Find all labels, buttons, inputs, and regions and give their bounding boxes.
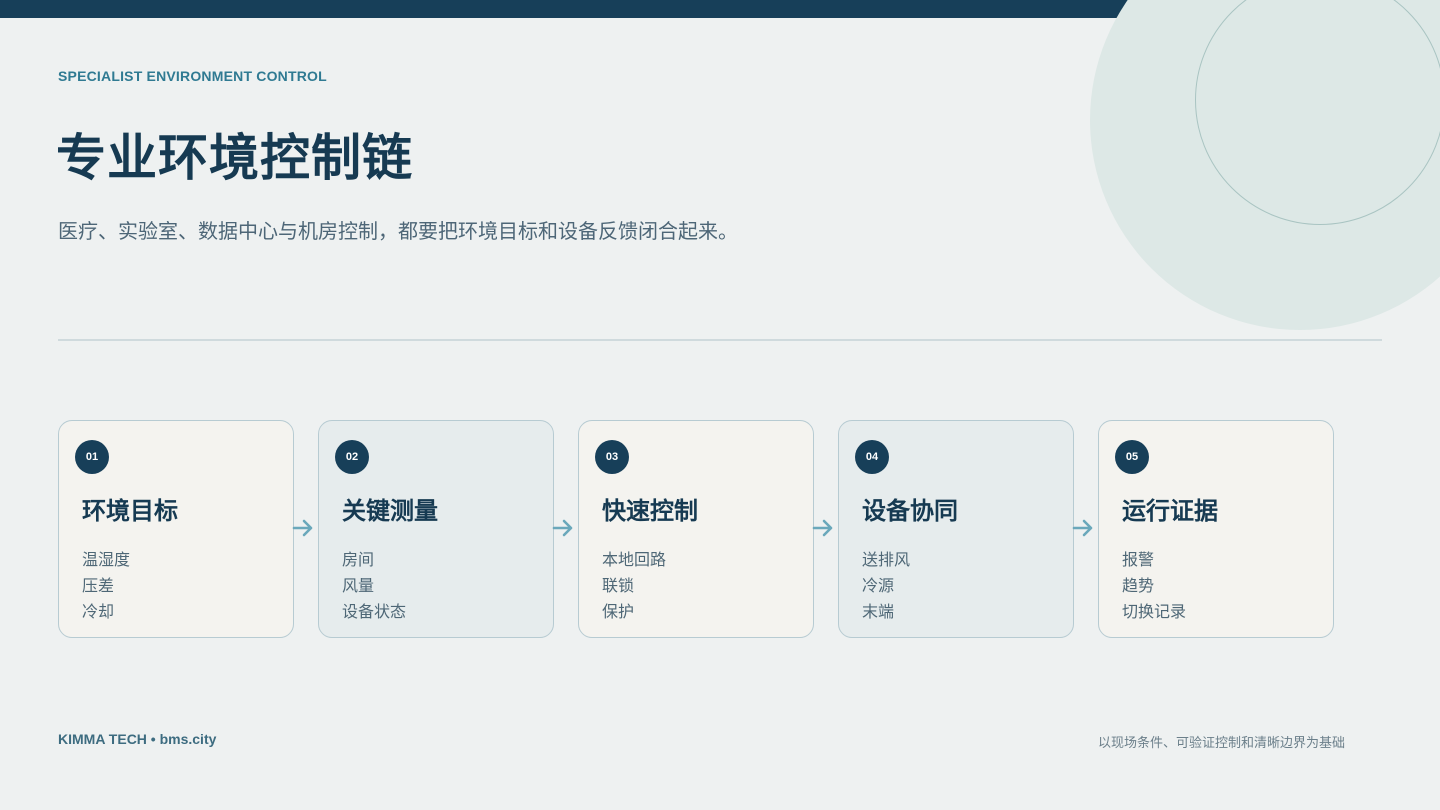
step-card: 05 运行证据 报警 趋势 切换记录 (1098, 420, 1334, 638)
arrow-right-icon (292, 519, 313, 537)
step-item: 温湿度 (82, 550, 131, 569)
arrow-right-icon (812, 519, 833, 537)
step-items: 报警 趋势 切换记录 (1122, 547, 1186, 625)
step-card: 02 关键测量 房间 风量 设备状态 (318, 420, 554, 638)
step-items: 本地回路 联锁 保护 (602, 547, 666, 625)
step-item: 压差 (82, 576, 115, 595)
step-card: 03 快速控制 本地回路 联锁 保护 (578, 420, 814, 638)
step-item: 切换记录 (1122, 602, 1187, 621)
section-divider (58, 339, 1382, 341)
step-title: 运行证据 (1122, 497, 1218, 525)
step-item: 冷源 (862, 576, 895, 595)
step-item: 报警 (1122, 550, 1155, 569)
step-number-badge: 03 (595, 440, 629, 474)
step-item: 设备状态 (342, 602, 407, 621)
footer-tagline: 以现场条件、可验证控制和清晰边界为基础 (1097, 736, 1345, 751)
process-steps: 01 环境目标 温湿度 压差 冷却 02 关键测量 房间 风量 设备状态 03 … (58, 420, 1358, 638)
step-card: 04 设备协同 送排风 冷源 末端 (838, 420, 1074, 638)
arrow-right-icon (552, 519, 573, 537)
step-number-badge: 05 (1115, 440, 1149, 474)
page-subtitle: 医疗、实验室、数据中心与机房控制，都要把环境目标和设备反馈闭合起来。 (58, 219, 738, 243)
step-number-badge: 04 (855, 440, 889, 474)
step-items: 送排风 冷源 末端 (862, 547, 910, 625)
step-item: 保护 (602, 602, 635, 621)
step-item: 末端 (862, 602, 895, 621)
arrow-right-icon (1072, 519, 1093, 537)
step-title: 设备协同 (862, 497, 958, 525)
step-item: 房间 (342, 550, 375, 569)
step-title: 关键测量 (342, 497, 438, 525)
footer-brand: KIMMA TECH • bms.city (58, 731, 217, 747)
step-number-badge: 01 (75, 440, 109, 474)
step-card: 01 环境目标 温湿度 压差 冷却 (58, 420, 294, 638)
step-number-badge: 02 (335, 440, 369, 474)
step-item: 送排风 (862, 550, 911, 569)
step-title: 环境目标 (82, 497, 178, 525)
step-item: 冷却 (82, 602, 115, 621)
eyebrow-label: SPECIALIST ENVIRONMENT CONTROL (58, 68, 327, 84)
step-items: 房间 风量 设备状态 (342, 547, 406, 625)
step-item: 风量 (342, 576, 375, 595)
step-title: 快速控制 (602, 497, 698, 525)
step-item: 联锁 (602, 576, 635, 595)
step-item: 趋势 (1122, 576, 1155, 595)
step-items: 温湿度 压差 冷却 (82, 547, 130, 625)
step-item: 本地回路 (602, 550, 667, 569)
page-title: 专业环境控制链 (56, 129, 413, 187)
